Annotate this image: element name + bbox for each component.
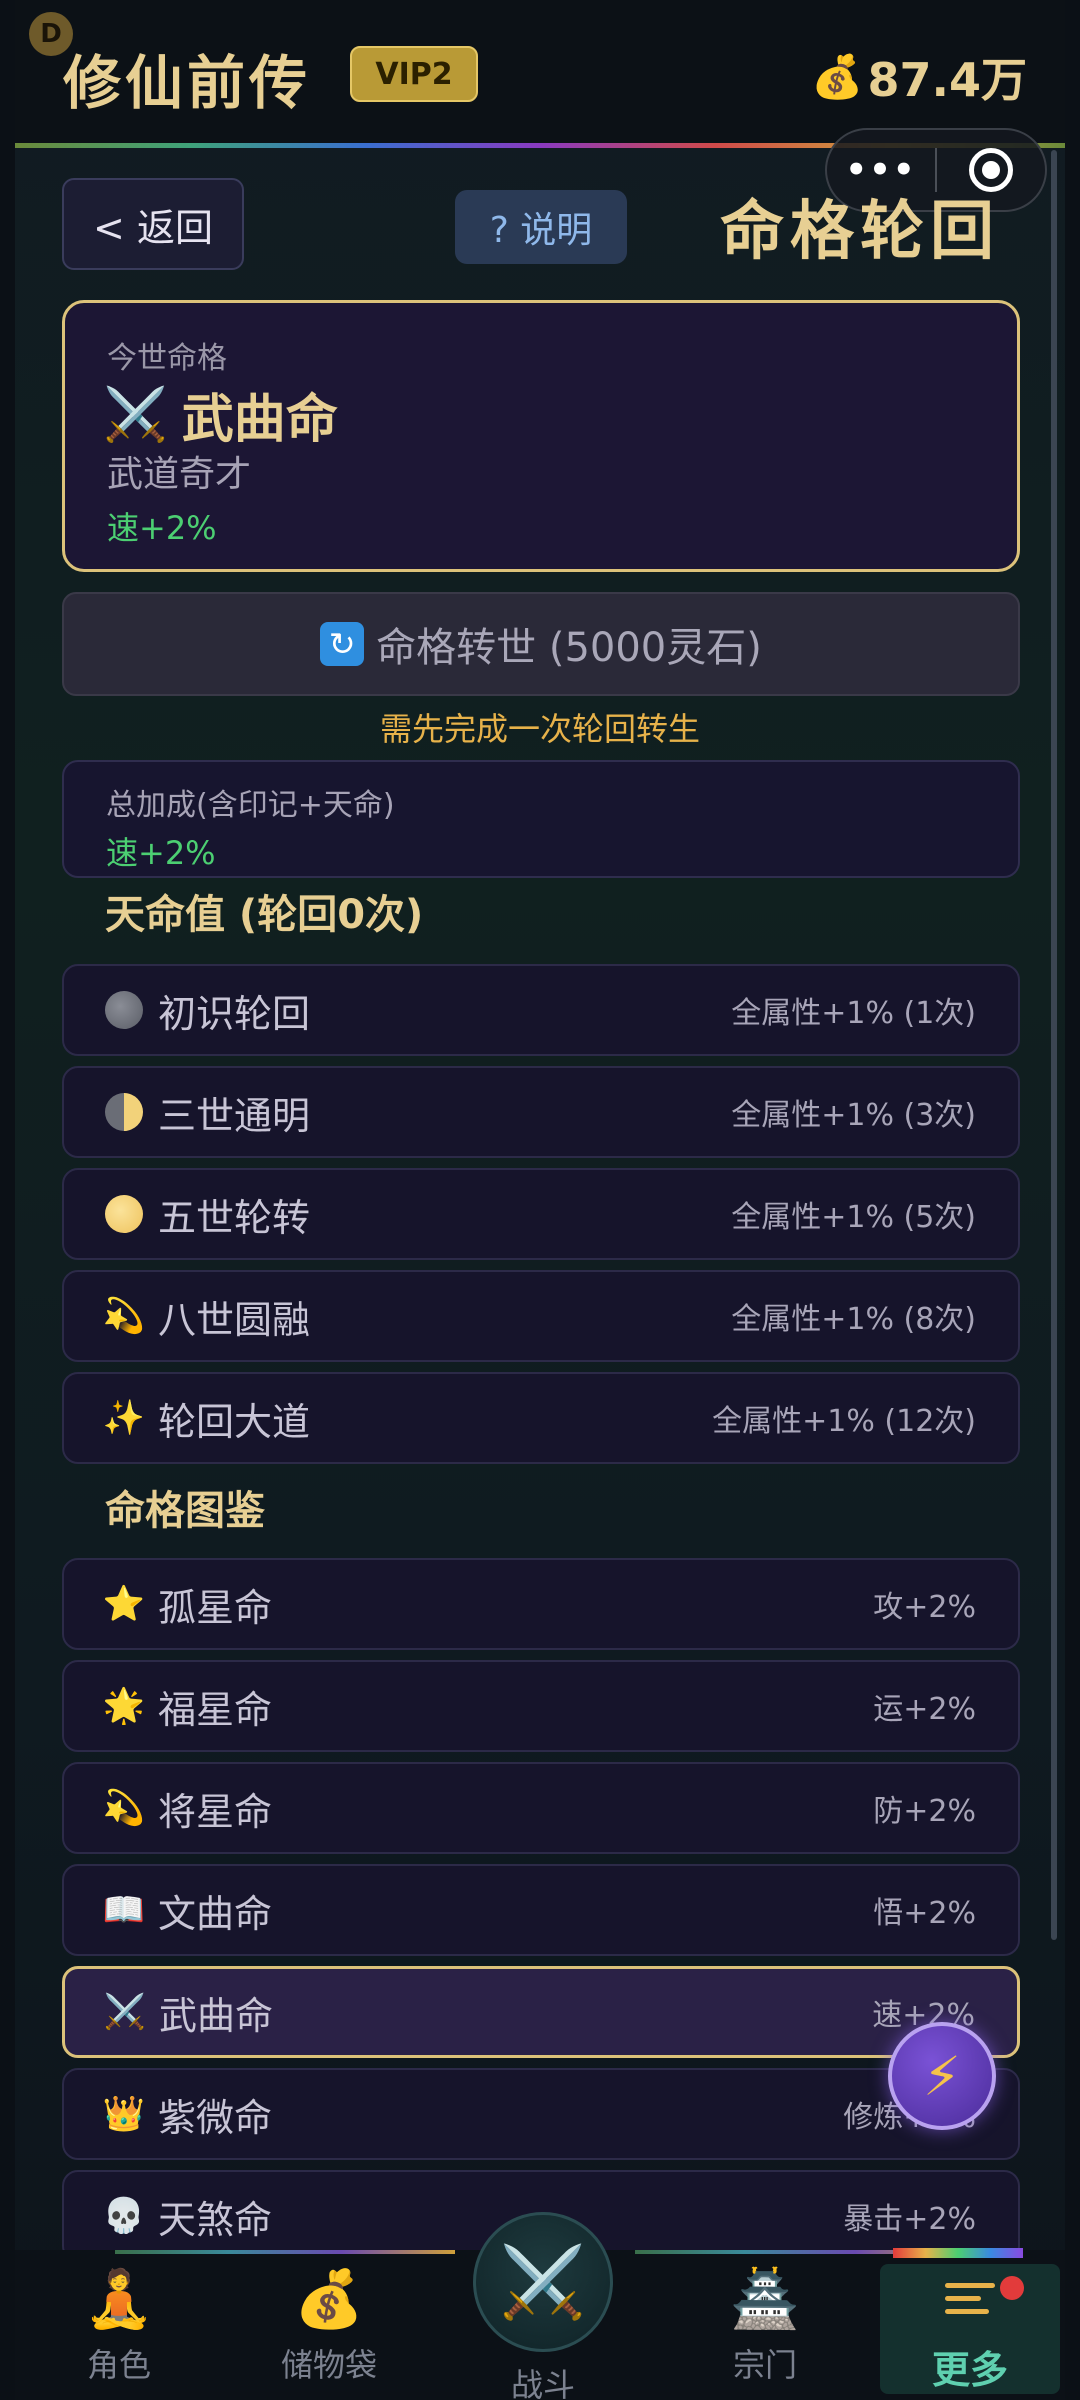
nav-more[interactable]: 更多 bbox=[880, 2264, 1060, 2394]
codex-item-effect: 攻+2% bbox=[873, 1590, 976, 1625]
scrollbar[interactable] bbox=[1051, 150, 1057, 1940]
codex-item[interactable]: 💫 将星命 防+2% bbox=[62, 1762, 1020, 1854]
nav-battle-button[interactable]: ⚔️ bbox=[473, 2212, 613, 2352]
lightning-icon: ⚡ bbox=[923, 2044, 961, 2108]
destiny-item-effect: 全属性+1% (3次) bbox=[731, 1098, 976, 1133]
crossed-swords-icon: ⚔️ bbox=[103, 385, 168, 445]
codex-item-selected[interactable]: ⚔️ 武曲命 速+2% bbox=[62, 1966, 1020, 2058]
codex-item-name: 将星命 bbox=[158, 1789, 273, 1834]
crown-icon: 👑 bbox=[102, 2094, 146, 2134]
nav-label: 角色 bbox=[86, 2346, 151, 2384]
codex-item-name: 孤星命 bbox=[158, 1585, 273, 1630]
codex-item[interactable]: 🌟 福星命 运+2% bbox=[62, 1660, 1020, 1752]
current-fate-bonus: 速+2% bbox=[107, 509, 217, 547]
codex-item-effect: 暴击+2% bbox=[843, 2202, 976, 2237]
crossed-swords-icon: ⚔️ bbox=[499, 2240, 587, 2323]
app-title: 修仙前传 bbox=[63, 49, 312, 117]
destiny-item-effect: 全属性+1% (12次) bbox=[712, 1404, 976, 1439]
full-moon-icon bbox=[104, 1194, 144, 1234]
coin-balance: 💰 87.4万 bbox=[811, 44, 1027, 110]
nav-storage-bag[interactable]: 💰 储物袋 bbox=[239, 2264, 419, 2394]
back-button[interactable]: < 返回 bbox=[62, 178, 244, 270]
star-icon: ⭐ bbox=[102, 1584, 146, 1624]
codex-section-title: 命格图鉴 bbox=[105, 1488, 265, 1534]
current-fate-description: 武道奇才 bbox=[107, 454, 252, 495]
total-bonus-card: 总加成(含印记+天命) 速+2% bbox=[62, 760, 1020, 878]
codex-item-name: 福星命 bbox=[158, 1687, 273, 1732]
page-title: 命格轮回 bbox=[720, 194, 1000, 269]
nav-label: 宗门 bbox=[732, 2346, 797, 2384]
crossed-swords-icon: ⚔️ bbox=[103, 1992, 147, 2032]
destiny-item[interactable]: 💫 八世圆融 全属性+1% (8次) bbox=[62, 1270, 1020, 1362]
fate-rebirth-label: 命格转世 (5000灵石) bbox=[376, 625, 762, 671]
nav-sect[interactable]: 🏯 宗门 bbox=[675, 2264, 855, 2394]
help-button[interactable]: ? 说明 bbox=[455, 190, 627, 264]
treasure-bag-icon: 💰 bbox=[294, 2267, 364, 2332]
current-fate-title: ⚔️ 武曲命 bbox=[103, 377, 338, 452]
codex-item-name: 紫微命 bbox=[158, 2095, 273, 2140]
destiny-item-effect: 全属性+1% (5次) bbox=[731, 1200, 976, 1235]
destiny-item[interactable]: 三世通明 全属性+1% (3次) bbox=[62, 1066, 1020, 1158]
current-fate-label: 今世命格 bbox=[107, 341, 227, 376]
codex-item-effect: 悟+2% bbox=[873, 1896, 976, 1931]
rebirth-requirement-note: 需先完成一次轮回转生 bbox=[379, 710, 700, 748]
destiny-section-title: 天命值 (轮回0次) bbox=[105, 892, 424, 938]
notification-dot bbox=[1000, 2276, 1024, 2300]
codex-item[interactable]: 📖 文曲命 悟+2% bbox=[62, 1864, 1020, 1956]
nav-label: 储物袋 bbox=[280, 2346, 377, 2384]
nav-battle-label: 战斗 bbox=[510, 2366, 575, 2400]
refresh-icon: ↻ bbox=[320, 622, 365, 666]
destiny-item-name: 五世轮转 bbox=[158, 1195, 311, 1240]
quick-action-button[interactable]: ⚡ bbox=[888, 2022, 996, 2130]
half-moon-icon bbox=[104, 1092, 144, 1132]
coin-amount: 87.4万 bbox=[867, 53, 1028, 107]
codex-item-effect: 运+2% bbox=[873, 1692, 976, 1727]
shooting-star-icon: 💫 bbox=[102, 1788, 146, 1828]
header-bar: D 修仙前传 VIP2 💰 87.4万 bbox=[15, 0, 1065, 145]
nav-label: 更多 bbox=[931, 2348, 1008, 2392]
new-moon-icon bbox=[104, 990, 144, 1030]
book-icon: 📖 bbox=[102, 1890, 146, 1930]
menu-icon bbox=[945, 2264, 995, 2333]
destiny-item-effect: 全属性+1% (1次) bbox=[731, 996, 976, 1031]
nav-glow-line-left bbox=[115, 2250, 455, 2254]
bottom-navigation: 🧘 角色 💰 储物袋 ⚔️ 战斗 🏯 宗门 更多 bbox=[15, 2212, 1065, 2400]
app-screen: D 修仙前传 VIP2 💰 87.4万 ••• < 返回 ? 说明 命格轮回 今… bbox=[15, 0, 1065, 2400]
codex-item[interactable]: 👑 紫微命 修炼+2% bbox=[62, 2068, 1020, 2160]
vip-badge[interactable]: VIP2 bbox=[350, 46, 478, 102]
codex-item-name: 文曲命 bbox=[158, 1891, 273, 1936]
fate-rebirth-button[interactable]: ↻ 命格转世 (5000灵石) bbox=[62, 592, 1020, 696]
meditating-figure-icon: 🧘 bbox=[84, 2267, 154, 2332]
destiny-item[interactable]: 五世轮转 全属性+1% (5次) bbox=[62, 1168, 1020, 1260]
current-fate-card: 今世命格 ⚔️ 武曲命 武道奇才 速+2% bbox=[62, 300, 1020, 572]
destiny-item-name: 初识轮回 bbox=[158, 991, 311, 1036]
nav-character[interactable]: 🧘 角色 bbox=[29, 2264, 209, 2394]
skull-icon: 💀 bbox=[102, 2196, 146, 2236]
shooting-star-icon: 💫 bbox=[102, 1296, 146, 1336]
destiny-item-effect: 全属性+1% (8次) bbox=[731, 1302, 976, 1337]
nav-rainbow-accent bbox=[893, 2248, 1023, 2258]
sparkles-icon: ✨ bbox=[102, 1398, 146, 1438]
sun-icon: 🌟 bbox=[102, 1686, 146, 1726]
total-bonus-value: 速+2% bbox=[106, 834, 216, 872]
destiny-item-name: 三世通明 bbox=[158, 1093, 311, 1138]
temple-icon: 🏯 bbox=[730, 2267, 800, 2332]
codex-item-effect: 防+2% bbox=[873, 1794, 976, 1829]
current-fate-name: 武曲命 bbox=[181, 390, 338, 450]
total-bonus-label: 总加成(含印记+天命) bbox=[106, 788, 395, 823]
destiny-item-name: 八世圆融 bbox=[158, 1297, 311, 1342]
destiny-item[interactable]: 初识轮回 全属性+1% (1次) bbox=[62, 964, 1020, 1056]
codex-item-name: 武曲命 bbox=[159, 1993, 274, 2038]
destiny-item[interactable]: ✨ 轮回大道 全属性+1% (12次) bbox=[62, 1372, 1020, 1464]
money-bag-icon: 💰 bbox=[811, 52, 864, 101]
destiny-item-name: 轮回大道 bbox=[158, 1399, 311, 1444]
codex-item[interactable]: ⭐ 孤星命 攻+2% bbox=[62, 1558, 1020, 1650]
